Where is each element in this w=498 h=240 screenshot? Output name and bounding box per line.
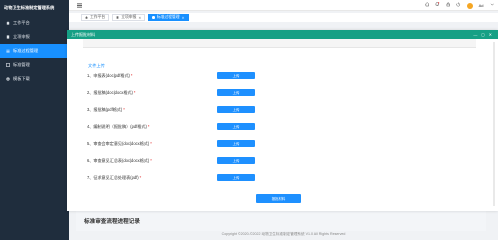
document-label: 3、报批稿(pdf格式) (87, 106, 123, 112)
document-label: 1、申报表(doc|pdf格式) (87, 72, 130, 78)
user-name[interactable]: Ad (479, 3, 484, 8)
process-icon (6, 49, 10, 53)
minimize-icon[interactable]: — (473, 32, 477, 37)
document-row: 4、编制说明（报批稿）(pdf格式) * (87, 123, 149, 130)
sidebar-item-label: 工作平台 (13, 20, 30, 25)
sidebar-item-label: 立项申报 (13, 34, 30, 39)
required-mark: * (147, 124, 150, 129)
tab-label: 工作平台 (90, 15, 106, 19)
tab-label: 标准过程管理 (156, 15, 180, 19)
document-label: 7、征求意见汇总处理表(pdf) (87, 174, 139, 180)
lock-icon[interactable] (446, 2, 451, 9)
dialog-controls: — ◻ ✕ (473, 32, 492, 37)
power-icon[interactable] (456, 2, 461, 9)
top-header: Ad (69, 0, 498, 11)
app-title: 动物卫生标准制定管理系统 (4, 4, 55, 10)
dialog-body: 文件上传 1、申报表(doc|pdf格式) * 上传 2、报批稿(doc|docx… (67, 39, 498, 211)
document-label: 2、报批稿(doc|docx格式) (87, 89, 133, 95)
home-icon[interactable] (424, 2, 430, 9)
sidebar-item-project-application[interactable]: 立项申报 (0, 30, 69, 44)
home-icon (85, 15, 88, 20)
chevron-down-icon[interactable] (490, 2, 495, 9)
document-row: 7、征求意见汇总处理表(pdf) * (87, 174, 141, 181)
close-icon[interactable]: ✕ (138, 16, 141, 20)
file-icon (116, 15, 119, 20)
dialog-title: 上传报批材料 (71, 31, 95, 37)
tab-bar: 工作平台 立项申报 ✕ 标准过程管理 ✕ (69, 13, 498, 22)
upload-button[interactable]: 上传 (217, 89, 255, 96)
upload-materials-dialog: 上传报批材料 — ◻ ✕ 文件上传 1、申报表(doc|pdf格式) * 上传 2… (67, 30, 498, 211)
record-panel-title: 标准审查流程进程记录 (84, 219, 140, 225)
upload-button[interactable]: 上传 (217, 72, 255, 79)
list-icon (6, 63, 10, 67)
sidebar: 动物卫生标准制定管理系统 工作平台 立项申报 标准过程管理 标准管理 模板下载 (0, 0, 69, 240)
submit-materials-button[interactable]: 报批材料 (256, 194, 301, 203)
sidebar-item-standard-management[interactable]: 标准管理 (0, 58, 69, 72)
active-dot-icon (152, 16, 155, 19)
document-row: 2、报批稿(doc|docx格式) * (87, 89, 135, 96)
sidebar-item-label: 标准管理 (13, 62, 30, 67)
footer: Copyright ©2020-©2022 动物卫生标准制定管理系统 V1.0 … (221, 231, 346, 236)
tab-project-application[interactable]: 立项申报 ✕ (112, 14, 146, 21)
section-title: 文件上传 (88, 63, 105, 68)
sidebar-item-template-download[interactable]: 模板下载 (0, 72, 69, 86)
upload-button[interactable]: 上传 (217, 174, 255, 181)
tab-process-management[interactable]: 标准过程管理 ✕ (148, 14, 189, 21)
tab-workspace[interactable]: 工作平台 (81, 14, 110, 21)
close-icon[interactable]: ✕ (489, 32, 492, 37)
required-mark: * (150, 141, 152, 146)
avatar[interactable] (466, 2, 473, 9)
upload-button[interactable]: 上传 (217, 123, 255, 130)
download-icon (6, 77, 10, 81)
bell-icon[interactable] (435, 2, 440, 9)
close-icon[interactable]: ✕ (182, 16, 185, 20)
document-label: 6、审查意见汇总表(doc|docx格式) (87, 157, 150, 163)
document-row: 5、审查会审定意见(doc|docx格式) * (87, 140, 152, 147)
document-label: 4、编制说明（报批稿）(pdf格式) (87, 123, 147, 129)
document-label: 5、审查会审定意见(doc|docx格式) (87, 140, 150, 146)
maximize-icon[interactable]: ◻ (481, 32, 484, 37)
dialog-header: 上传报批材料 — ◻ ✕ (67, 30, 498, 39)
required-mark: * (133, 90, 136, 95)
upload-button[interactable]: 上传 (217, 140, 255, 147)
menu-toggle-icon[interactable] (77, 3, 82, 8)
required-mark: * (123, 107, 125, 112)
scrollbar[interactable] (493, 42, 495, 206)
sidebar-item-label: 模板下载 (13, 76, 30, 81)
sidebar-item-workspace[interactable]: 工作平台 (0, 16, 69, 30)
sidebar-item-label: 标准过程管理 (13, 48, 39, 53)
document-row: 3、报批稿(pdf格式) * (87, 106, 125, 113)
required-mark: * (130, 73, 133, 78)
document-row: 1、申报表(doc|pdf格式) * (87, 72, 133, 79)
required-mark: * (139, 175, 142, 180)
upload-button[interactable]: 上传 (217, 106, 255, 113)
tab-label: 立项申报 (121, 15, 137, 19)
sidebar-item-process-management[interactable]: 标准过程管理 (0, 44, 69, 58)
upload-button[interactable]: 上传 (217, 157, 255, 164)
document-row: 6、审查意见汇总表(doc|docx格式) * (87, 157, 152, 164)
header-toolbar: Ad (424, 2, 495, 9)
home-icon (6, 21, 10, 25)
upper-content-strip (83, 39, 476, 48)
required-mark: * (150, 158, 152, 163)
file-icon (6, 35, 10, 39)
